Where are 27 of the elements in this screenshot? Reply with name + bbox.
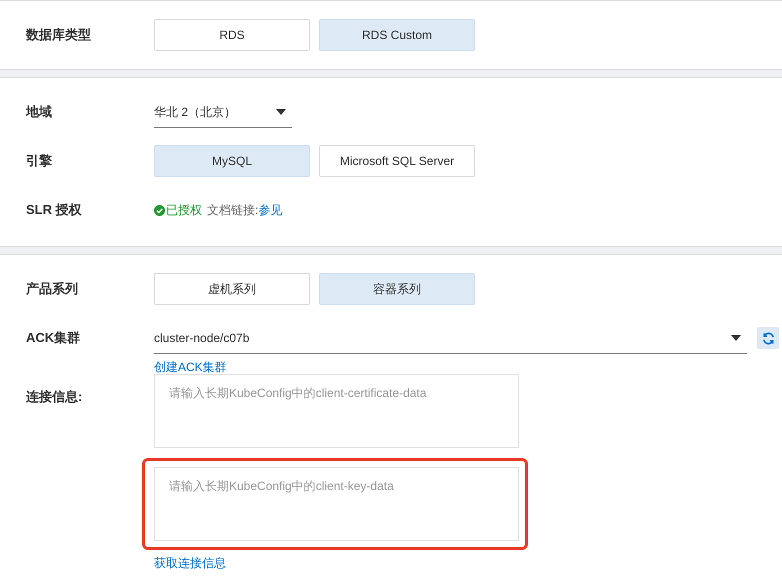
field-label: 地域 (24, 103, 53, 121)
refresh-button[interactable] (757, 327, 779, 349)
option-button[interactable]: 容器系列 (319, 273, 475, 305)
doc-label: 文档链接: (207, 202, 258, 219)
region-select[interactable]: 华北 2（北京） (154, 96, 292, 128)
status-text: 已授权 (166, 202, 202, 219)
doc-link[interactable]: 参见 (258, 201, 282, 219)
field-label: 产品系列 (25, 280, 79, 298)
field-label: SLR 授权 (25, 201, 83, 219)
option-button[interactable]: RDS Custom (319, 19, 475, 51)
option-button[interactable]: 虚机系列 (154, 273, 310, 305)
field-label: 连接信息: (25, 388, 84, 406)
text-area[interactable]: 请输入长期KubeConfig中的client-certificate-data (154, 374, 519, 448)
cluster-select[interactable]: cluster-node/c07b (154, 322, 747, 354)
refresh-icon (762, 332, 774, 344)
field-label: ACK集群 (25, 329, 82, 347)
option-button[interactable]: Microsoft SQL Server (319, 145, 475, 177)
check-circle-icon (154, 204, 165, 216)
text-area[interactable]: 请输入长期KubeConfig中的client-key-data (154, 467, 519, 541)
caret-icon (731, 334, 741, 340)
option-button[interactable]: MySQL (154, 145, 310, 177)
option-button[interactable]: RDS (154, 19, 310, 51)
field-label: 数据库类型 (24, 26, 92, 44)
get-connection-link[interactable]: 获取连接信息 (154, 554, 226, 572)
field-label: 引擎 (25, 152, 53, 170)
caret-icon (276, 108, 286, 114)
create-cluster-link[interactable]: 创建ACK集群 (154, 358, 779, 376)
